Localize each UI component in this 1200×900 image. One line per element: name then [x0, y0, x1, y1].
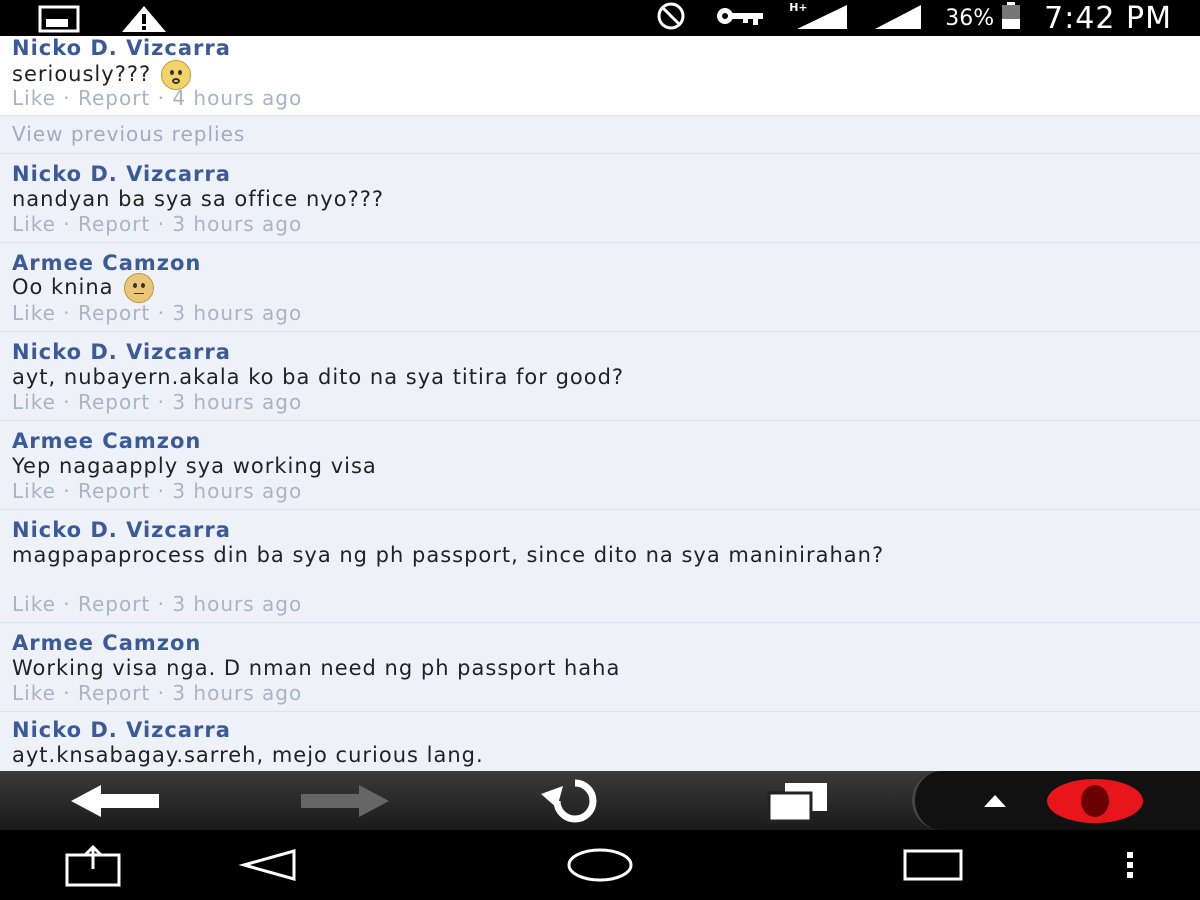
comment-meta: Like · Report · 3 hours ago — [12, 390, 302, 414]
comment-text: Working visa nga. D nman need ng ph pass… — [12, 656, 621, 680]
status-bar: H+ 36% 7:42 PM — [0, 0, 1200, 36]
comment-thread: Nicko D. Vizcarra seriously??? Like · Re… — [0, 36, 1200, 771]
battery-percent: 36% — [945, 5, 995, 31]
comment-meta: Like · Report · 3 hours ago — [12, 212, 302, 236]
chevron-up-icon[interactable] — [975, 771, 1015, 830]
separator: · — [55, 681, 78, 705]
opera-logo-icon[interactable] — [1040, 771, 1150, 830]
comment-text: ayt.knsabagay.sarreh, mejo curious lang. — [12, 743, 484, 767]
separator: · — [150, 681, 173, 705]
tabs-icon[interactable] — [745, 771, 845, 830]
back-arrow-icon[interactable] — [60, 771, 170, 830]
signal-hplus-icon: H+ — [789, 1, 849, 35]
comment-time: 3 hours ago — [172, 390, 303, 414]
view-previous-label[interactable]: View previous replies — [12, 122, 245, 146]
comment-item: Armee Camzon Yep nagaapply sya working v… — [0, 421, 1200, 510]
share-icon[interactable] — [55, 830, 130, 900]
overflow-menu-icon[interactable] — [1110, 830, 1150, 900]
comment-time: 3 hours ago — [172, 592, 303, 616]
report-link[interactable]: Report — [78, 479, 150, 503]
separator: · — [150, 86, 173, 110]
comment-time: 3 hours ago — [172, 301, 303, 325]
separator: · — [55, 212, 78, 236]
comment-meta: Like · Report · 3 hours ago — [12, 301, 302, 325]
comment-author[interactable]: Nicko D. Vizcarra — [12, 340, 231, 364]
clock: 7:42 PM — [1044, 0, 1172, 36]
separator: · — [150, 212, 173, 236]
forward-arrow-icon[interactable] — [290, 771, 400, 830]
separator: · — [55, 592, 78, 616]
comment-item: Armee Camzon Working visa nga. D nman ne… — [0, 623, 1200, 712]
report-link[interactable]: Report — [78, 592, 150, 616]
comment-author[interactable]: Nicko D. Vizcarra — [12, 162, 231, 186]
separator: · — [55, 479, 78, 503]
like-link[interactable]: Like — [12, 86, 56, 110]
comment-time: 4 hours ago — [172, 86, 303, 110]
browser-toolbar — [0, 771, 1200, 830]
network-type-label: H+ — [789, 1, 808, 14]
unsure-emoji-icon — [123, 273, 154, 303]
comment-author[interactable]: Armee Camzon — [12, 631, 201, 655]
like-link[interactable]: Like — [12, 301, 56, 325]
separator: · — [150, 390, 173, 414]
no-sign-icon — [651, 1, 691, 35]
comment-text: ayt, nubayern.akala ko ba dito na sya ti… — [12, 365, 625, 389]
like-link[interactable]: Like — [12, 390, 56, 414]
comment-author[interactable]: Nicko D. Vizcarra — [12, 718, 231, 742]
comment-author[interactable]: Armee Camzon — [12, 429, 201, 453]
battery-icon — [1000, 2, 1022, 34]
image-icon — [38, 5, 80, 37]
warning-icon — [120, 4, 168, 38]
report-link[interactable]: Report — [78, 301, 150, 325]
report-link[interactable]: Report — [78, 212, 150, 236]
separator: · — [150, 479, 173, 503]
like-link[interactable]: Like — [12, 592, 56, 616]
like-link[interactable]: Like — [12, 479, 56, 503]
comment-text-row: Oo knina — [12, 273, 1152, 303]
comment-meta: Like · Report · 4 hours ago — [12, 86, 302, 110]
comment-time: 3 hours ago — [172, 479, 303, 503]
separator: · — [55, 301, 78, 325]
comment-time: 3 hours ago — [172, 212, 303, 236]
comment-time: 3 hours ago — [172, 681, 303, 705]
comment-item: Armee Camzon Oo knina Like · Report · 3 … — [0, 243, 1200, 332]
comment-text: Yep nagaapply sya working visa — [12, 454, 377, 478]
comment-meta: Like · Report · 3 hours ago — [12, 681, 302, 705]
comment-author[interactable]: Nicko D. Vizcarra — [12, 518, 231, 542]
reload-icon[interactable] — [520, 771, 630, 830]
like-link[interactable]: Like — [12, 681, 56, 705]
comment-item: Nicko D. Vizcarra nandyan ba sya sa offi… — [0, 154, 1200, 243]
comment-author[interactable]: Armee Camzon — [12, 251, 201, 275]
comment-text: nandyan ba sya sa office nyo??? — [12, 187, 385, 211]
separator: · — [150, 301, 173, 325]
opera-menu-area[interactable] — [912, 771, 1200, 830]
comment-text: Oo knina — [12, 275, 114, 299]
report-link[interactable]: Report — [78, 681, 150, 705]
comment-item: Nicko D. Vizcarra magpapaprocess din ba … — [0, 510, 1200, 623]
signal-icon — [871, 1, 923, 35]
comment-item: Nicko D. Vizcarra ayt.knsabagay.sarreh, … — [0, 712, 1200, 771]
separator: · — [55, 86, 78, 110]
system-nav-bar — [0, 830, 1200, 900]
back-triangle-icon[interactable] — [230, 830, 305, 900]
key-icon — [713, 1, 767, 35]
comment-meta: Like · Report · 3 hours ago — [12, 592, 302, 616]
report-link[interactable]: Report — [78, 86, 150, 110]
view-previous-replies[interactable]: View previous replies — [0, 116, 1200, 154]
comment-author[interactable]: Nicko D. Vizcarra — [12, 36, 231, 60]
comment-text: seriously??? — [12, 62, 152, 86]
comment-text: magpapaprocess din ba sya ng ph passport… — [12, 543, 885, 567]
separator: · — [55, 390, 78, 414]
comment-item: Nicko D. Vizcarra ayt, nubayern.akala ko… — [0, 332, 1200, 421]
separator: · — [150, 592, 173, 616]
recents-square-icon[interactable] — [895, 830, 970, 900]
home-circle-icon[interactable] — [560, 830, 640, 900]
like-link[interactable]: Like — [12, 212, 56, 236]
report-link[interactable]: Report — [78, 390, 150, 414]
comment-item: Nicko D. Vizcarra seriously??? Like · Re… — [0, 36, 1200, 116]
comment-meta: Like · Report · 3 hours ago — [12, 479, 302, 503]
